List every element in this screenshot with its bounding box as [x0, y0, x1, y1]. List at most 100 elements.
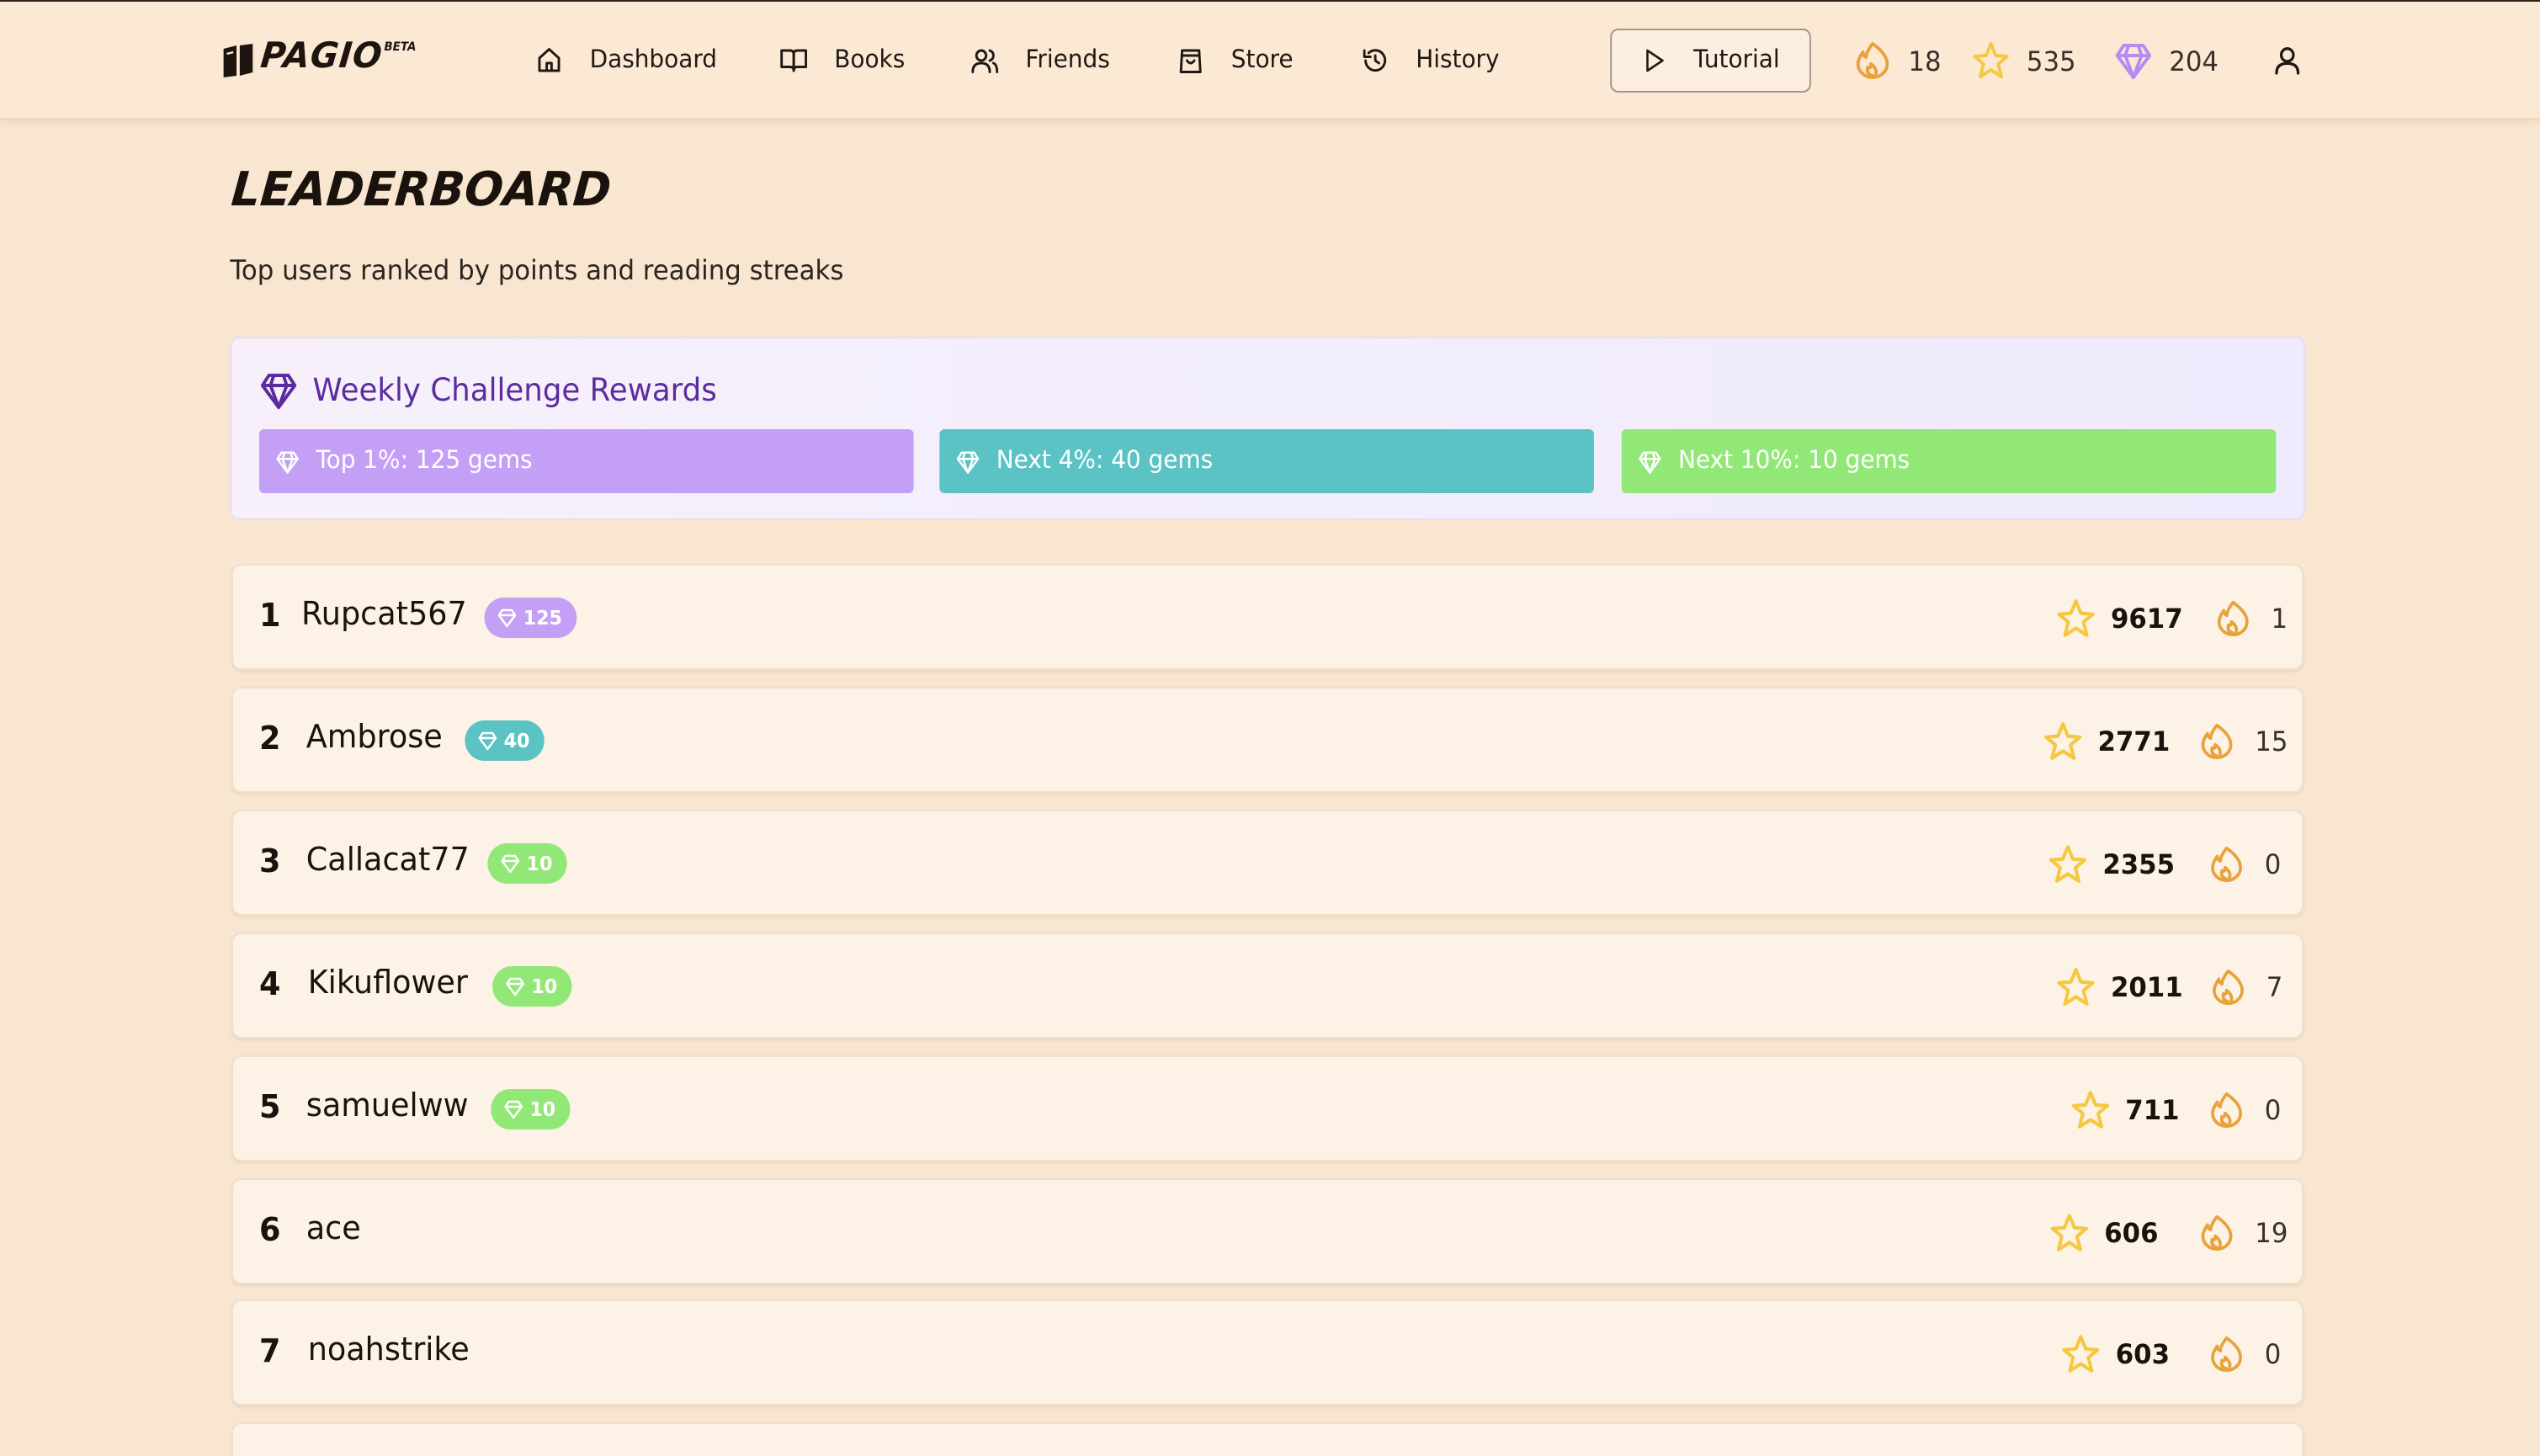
leaderboard-row[interactable]: 1 Rupcat567 125 9617 1 [231, 564, 2304, 670]
nav-dashboard-label: Dashboard [589, 47, 718, 74]
flame-icon [2211, 845, 2243, 882]
reward-tier-label: Top 1%: 125 gems [316, 448, 533, 475]
rank-number: 6 [258, 1212, 281, 1249]
rank-number: 2 [258, 720, 281, 757]
flame-icon [2213, 968, 2244, 1005]
gem-reward-badge: 10 [487, 843, 567, 884]
nav-dashboard[interactable]: Dashboard [534, 39, 717, 82]
leaderboard-row[interactable]: 8 axd14 535 18 [231, 1422, 2304, 1456]
nav-books[interactable]: Books [779, 39, 905, 82]
weekly-rewards-panel: Weekly Challenge Rewards Top 1%: 125 gem… [230, 337, 2305, 520]
rank-number: 1 [258, 598, 281, 635]
flame-icon [2201, 722, 2233, 759]
rank-number: 4 [258, 966, 281, 1003]
streak-count: 18 [1908, 45, 1942, 77]
username[interactable]: ace [306, 1210, 361, 1247]
points-cell: 535 [2053, 1453, 2162, 1456]
points-value: 603 [2115, 1337, 2171, 1369]
streak-value: 1 [2271, 602, 2288, 634]
leaderboard-row[interactable]: 5 samuelww 10 711 0 [231, 1055, 2304, 1161]
nav-store[interactable]: Store [1176, 39, 1294, 82]
tutorial-button-label: Tutorial [1693, 47, 1780, 74]
gems-count: 204 [2169, 45, 2219, 77]
nav-history[interactable]: History [1361, 39, 1500, 82]
gem-reward-badge: 125 [484, 598, 577, 638]
logo-beta-badge: BETA [384, 40, 417, 54]
rank-number: 3 [258, 843, 281, 880]
username[interactable]: noahstrike [308, 1331, 470, 1368]
username[interactable]: Callacat77 [306, 842, 470, 879]
app-logo[interactable]: PAGIO BETA [221, 35, 417, 86]
gem-reward-amount: 10 [529, 1097, 556, 1121]
flame-icon [1856, 42, 1889, 79]
streak-cell: 7 [2209, 963, 2282, 1010]
username[interactable]: Ambrose [306, 719, 443, 756]
gem-icon [1639, 450, 1661, 473]
reward-tier-next-10: Next 10%: 10 gems [1621, 429, 2277, 493]
star-icon [2048, 844, 2086, 882]
star-icon [2057, 598, 2095, 636]
streak-value: 0 [2264, 1093, 2282, 1125]
reward-tier-next-4: Next 4%: 40 gems [939, 429, 1594, 493]
page-title: LEADERBOARD [229, 162, 614, 217]
points-value: 2355 [2102, 848, 2176, 879]
rewards-header: Weekly Challenge Rewards [259, 370, 717, 411]
streak-cell: 0 [2208, 1330, 2281, 1377]
gem-reward-badge: 40 [465, 720, 545, 761]
leaderboard-row[interactable]: 3 Callacat77 10 2355 0 [231, 810, 2304, 916]
gem-icon [506, 977, 524, 996]
points-cell: 2771 [2043, 717, 2170, 764]
leaderboard-row[interactable]: 4 Kikuflower 10 2011 7 [231, 933, 2304, 1039]
streak-stat[interactable]: 18 [1853, 37, 1942, 84]
users-icon [971, 49, 999, 73]
gem-icon [497, 608, 517, 628]
gems-stat[interactable]: 204 [2114, 37, 2219, 84]
points-cell: 606 [2049, 1209, 2159, 1256]
leaderboard-row[interactable]: 2 Ambrose 40 2771 15 [231, 687, 2304, 793]
streak-value: 0 [2264, 1337, 2282, 1369]
logo-book-icon [223, 44, 253, 77]
points-value: 9617 [2110, 602, 2183, 634]
points-cell: 603 [2060, 1330, 2170, 1377]
gem-icon [276, 450, 299, 473]
gem-icon [504, 1100, 523, 1119]
points-cell: 9617 [2056, 594, 2183, 641]
streak-value: 19 [2255, 1216, 2288, 1248]
username[interactable]: samuelww [306, 1087, 469, 1124]
points-value: 2011 [2110, 970, 2183, 1002]
rank-number: 5 [258, 1089, 281, 1126]
page-subtitle: Top users ranked by points and reading s… [230, 254, 844, 286]
nav-friends-label: Friends [1025, 47, 1110, 74]
star-icon [2050, 1213, 2088, 1251]
user-profile-icon[interactable] [2271, 44, 2303, 77]
nav-books-label: Books [834, 47, 906, 74]
gem-reward-amount: 10 [531, 975, 558, 998]
username[interactable]: Rupcat567 [301, 596, 467, 633]
leaderboard-row[interactable]: 7 noahstrike 603 0 [231, 1299, 2304, 1406]
streak-cell: 19 [2198, 1209, 2288, 1256]
leaderboard-row[interactable]: 6 ace 606 19 [231, 1178, 2304, 1284]
streak-cell: 1 [2214, 594, 2288, 641]
gem-reward-amount: 10 [526, 852, 553, 875]
streak-cell: 0 [2208, 1086, 2281, 1133]
streak-cell: 0 [2208, 840, 2281, 887]
flame-icon [2211, 1335, 2243, 1372]
tutorial-button[interactable]: Tutorial [1610, 29, 1811, 93]
points-value: 606 [2104, 1216, 2159, 1248]
gem-icon [956, 450, 980, 473]
play-icon [1646, 49, 1665, 72]
rank-number: 7 [258, 1333, 281, 1370]
points-value: 2771 [2097, 725, 2171, 757]
nav-history-label: History [1416, 47, 1500, 74]
reward-tier-label: Next 10%: 10 gems [1678, 448, 1910, 475]
points-stat[interactable]: 535 [1971, 37, 2076, 84]
nav-friends[interactable]: Friends [970, 39, 1110, 82]
points-cell: 2355 [2048, 840, 2175, 887]
star-icon [2071, 1090, 2109, 1128]
streak-value: 15 [2255, 725, 2288, 757]
points-value: 711 [2125, 1093, 2180, 1125]
flame-icon [2211, 1091, 2243, 1128]
history-icon [1363, 49, 1387, 72]
book-open-icon [780, 49, 808, 72]
username[interactable]: Kikuflower [308, 964, 468, 1002]
